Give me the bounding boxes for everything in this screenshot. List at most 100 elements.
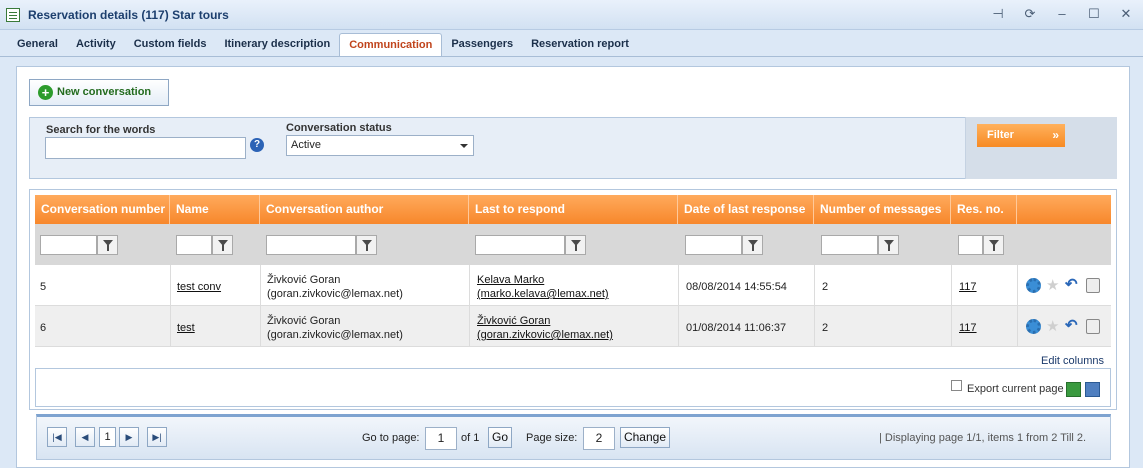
cell-messages: 2: [822, 281, 829, 293]
cell-last-respond-email[interactable]: (goran.zivkovic@lemax.net): [477, 328, 613, 342]
document-icon: [6, 8, 20, 22]
column-divider: [1017, 265, 1018, 347]
reply-icon[interactable]: ↶: [1065, 318, 1078, 333]
page-size-label: Page size:: [526, 432, 578, 444]
new-conversation-label: New conversation: [57, 86, 152, 98]
tab-reservation-report[interactable]: Reservation report: [522, 33, 638, 56]
reply-icon[interactable]: ↶: [1065, 277, 1078, 292]
filter-funnel-icon[interactable]: [97, 235, 118, 255]
search-words-input[interactable]: [45, 137, 246, 159]
window-titlebar: Reservation details (117) Star tours ⊣ ⟳…: [0, 0, 1143, 30]
last-page-icon[interactable]: ▶|: [147, 427, 167, 447]
cell-author-email: (goran.zivkovic@lemax.net): [267, 329, 403, 341]
conversation-status-select[interactable]: Active: [286, 135, 474, 156]
cell-conversation-number: 5: [40, 281, 47, 293]
tab-divider: [0, 56, 1143, 57]
column-header-res-no[interactable]: Res. no.: [951, 195, 1017, 224]
filter-input-name[interactable]: [176, 235, 212, 255]
pin-icon[interactable]: ⊣: [989, 5, 1007, 23]
cell-messages: 2: [822, 322, 829, 334]
export-current-page-checkbox[interactable]: [951, 380, 962, 391]
cell-last-respond-email[interactable]: (marko.kelava@lemax.net): [477, 287, 609, 301]
search-words-label: Search for the words: [46, 124, 156, 136]
filter-funnel-icon[interactable]: [565, 235, 586, 255]
cell-author-name: Živković Goran: [267, 274, 341, 286]
filter-input-author[interactable]: [266, 235, 356, 255]
page-count-label: of 1: [461, 432, 480, 444]
minimize-icon[interactable]: ‒: [1053, 5, 1071, 23]
column-header-last-to-respond[interactable]: Last to respond: [469, 195, 678, 224]
filter-button[interactable]: Filter »: [977, 124, 1065, 147]
edit-columns-link[interactable]: Edit columns: [1041, 355, 1104, 367]
view-details-icon[interactable]: [1086, 278, 1100, 293]
star-icon[interactable]: ★: [1046, 278, 1059, 293]
column-header-number-of-messages[interactable]: Number of messages: [814, 195, 951, 224]
cell-date: 01/08/2014 11:06:37: [686, 322, 787, 334]
new-conversation-button[interactable]: + New conversation: [29, 79, 169, 106]
filter-input-conversation-number[interactable]: [40, 235, 97, 255]
column-divider: [469, 265, 470, 347]
filter-input-date[interactable]: [685, 235, 742, 255]
settings-gear-icon[interactable]: [1026, 319, 1041, 334]
cell-name-link[interactable]: test: [177, 321, 195, 335]
go-to-page-input[interactable]: 1: [425, 427, 457, 450]
go-button[interactable]: Go: [488, 427, 512, 448]
column-divider: [951, 265, 952, 347]
filter-funnel-icon[interactable]: [983, 235, 1004, 255]
column-divider: [260, 265, 261, 347]
cell-last-respond-name[interactable]: Kelava Marko: [477, 273, 544, 287]
filter-funnel-icon[interactable]: [878, 235, 899, 255]
cell-res-no-link[interactable]: 117: [959, 321, 977, 335]
conversation-status-value: Active: [291, 139, 321, 151]
cell-author-email: (goran.zivkovic@lemax.net): [267, 288, 403, 300]
tab-itinerary-description[interactable]: Itinerary description: [215, 33, 339, 56]
filter-funnel-icon[interactable]: [742, 235, 763, 255]
cell-conversation-number: 6: [40, 322, 47, 334]
column-header-conversation-author[interactable]: Conversation author: [260, 195, 469, 224]
export-excel-alt-icon[interactable]: [1085, 382, 1100, 397]
cell-name-link[interactable]: test conv: [177, 280, 221, 294]
close-icon[interactable]: ✕: [1117, 5, 1135, 23]
filter-input-last-to-respond[interactable]: [475, 235, 565, 255]
tab-communication[interactable]: Communication: [339, 33, 443, 56]
star-icon[interactable]: ★: [1046, 319, 1059, 334]
change-page-size-button[interactable]: Change: [620, 427, 670, 448]
export-panel: [35, 368, 1111, 407]
export-excel-icon[interactable]: [1066, 382, 1081, 397]
column-header-date-of-last-response[interactable]: Date of last response: [678, 195, 814, 224]
window-title: Reservation details (117) Star tours: [28, 8, 229, 22]
filter-input-res-no[interactable]: [958, 235, 983, 255]
window-controls: ⊣ ⟳ ‒ ☐ ✕: [989, 5, 1135, 23]
next-page-icon[interactable]: ▶: [119, 427, 139, 447]
column-divider: [814, 265, 815, 347]
column-header-conversation-number[interactable]: Conversation number: [35, 195, 170, 224]
view-details-icon[interactable]: [1086, 319, 1100, 334]
tab-bar: General Activity Custom fields Itinerary…: [8, 33, 638, 56]
refresh-icon[interactable]: ⟳: [1021, 5, 1039, 23]
go-to-page-label: Go to page:: [362, 432, 420, 444]
column-header-name[interactable]: Name: [170, 195, 260, 224]
tab-passengers[interactable]: Passengers: [442, 33, 522, 56]
paging-info: | Displaying page 1/1, items 1 from 2 Ti…: [879, 432, 1087, 444]
column-divider: [678, 265, 679, 347]
settings-gear-icon[interactable]: [1026, 278, 1041, 293]
help-icon[interactable]: ?: [250, 138, 264, 152]
plus-icon: +: [38, 85, 53, 100]
tab-activity[interactable]: Activity: [67, 33, 125, 56]
chevron-down-icon: [460, 144, 468, 148]
filter-input-messages[interactable]: [821, 235, 878, 255]
filter-funnel-icon[interactable]: [356, 235, 377, 255]
export-current-page-label: Export current page: [967, 383, 1064, 395]
conversation-status-label: Conversation status: [286, 122, 392, 134]
cell-date: 08/08/2014 14:55:54: [686, 281, 787, 293]
maximize-icon[interactable]: ☐: [1085, 5, 1103, 23]
filter-funnel-icon[interactable]: [212, 235, 233, 255]
cell-last-respond-name[interactable]: Živković Goran: [477, 314, 550, 328]
previous-page-icon[interactable]: ◀: [75, 427, 95, 447]
page-size-input[interactable]: 2: [583, 427, 615, 450]
tab-custom-fields[interactable]: Custom fields: [125, 33, 216, 56]
first-page-icon[interactable]: |◀: [47, 427, 67, 447]
cell-res-no-link[interactable]: 117: [959, 280, 977, 294]
tab-general[interactable]: General: [8, 33, 67, 56]
page-number-button[interactable]: 1: [99, 427, 116, 447]
